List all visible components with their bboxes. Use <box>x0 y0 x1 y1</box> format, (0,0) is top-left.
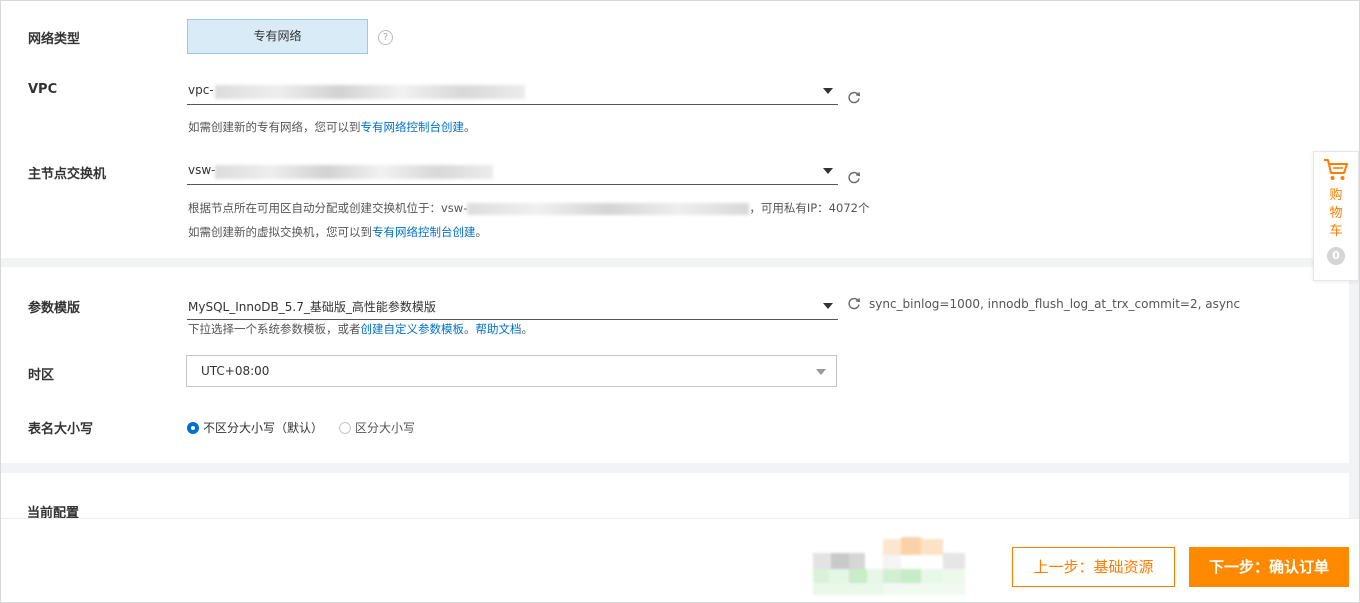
shopping-cart[interactable]: 购物车 0 <box>1313 151 1359 281</box>
next-step-button[interactable]: 下一步：确认订单 <box>1189 547 1349 587</box>
param-template-label: 参数模版 <box>28 301 81 316</box>
vswitch-console-link[interactable]: 专有网络控制台创建 <box>372 225 476 239</box>
chevron-down-icon <box>823 168 833 174</box>
timezone-label: 时区 <box>28 368 55 383</box>
help-icon[interactable]: ? <box>378 30 393 45</box>
vswitch-info: 根据节点所在可用区自动分配或创建交换机位于：vsw- ，可用私有IP：4072个 <box>188 200 869 216</box>
vswitch-info-text: 根据节点所在可用区自动分配或创建交换机位于：vsw- <box>188 201 468 215</box>
param-hint-sep: 。 <box>464 322 476 336</box>
vpc-console-link[interactable]: 专有网络控制台创建 <box>361 120 465 134</box>
param-hint-end: 。 <box>521 322 534 336</box>
chevron-down-icon <box>816 369 826 375</box>
cart-icon <box>1314 158 1358 185</box>
param-template-hint: 下拉选择一个系统参数模板，或者创建自定义参数模板。帮助文档。 <box>188 321 533 337</box>
param-template-value: MySQL_InnoDB_5.7_基础版_高性能参数模版 <box>188 300 436 314</box>
refresh-icon[interactable] <box>847 297 861 311</box>
radio-unchecked-icon <box>339 421 351 434</box>
vswitch-hint-end: 。 <box>475 225 488 239</box>
vpc-select-value: vpc- <box>188 83 214 97</box>
vpc-label: VPC <box>28 82 58 97</box>
network-section: 网络类型 专有网络 ? VPC vpc- 如需创建新的专有网络，您可以到专有网络… <box>1 0 1359 258</box>
vswitch-hint: 如需创建新的虚拟交换机，您可以到专有网络控制台创建。 <box>188 224 487 240</box>
chevron-down-icon <box>823 88 833 94</box>
case-sensitive-radio[interactable]: 区分大小写 <box>339 419 415 436</box>
redacted-vswitch-info <box>467 202 750 215</box>
vswitch-hint-text: 如需创建新的虚拟交换机，您可以到 <box>188 225 372 239</box>
param-hint-text: 下拉选择一个系统参数模板，或者 <box>188 322 361 336</box>
vpc-hint-text: 如需创建新的专有网络，您可以到 <box>188 120 361 134</box>
radio-checked-icon <box>187 421 199 434</box>
cart-count-badge: 0 <box>1327 247 1345 265</box>
network-type-vpc-button[interactable]: 专有网络 <box>187 19 368 54</box>
timezone-value: UTC+08:00 <box>201 364 270 378</box>
create-template-link[interactable]: 创建自定义参数模板 <box>361 322 465 336</box>
vpc-hint-end: 。 <box>464 120 476 134</box>
vswitch-label: 主节点交换机 <box>28 167 107 182</box>
previous-step-button[interactable]: 上一步：基础资源 <box>1012 547 1175 587</box>
table-case-label: 表名大小写 <box>28 422 94 437</box>
refresh-icon[interactable] <box>847 91 861 105</box>
redacted-price <box>813 537 965 595</box>
vswitch-info-tail: ，可用私有IP：4072个 <box>749 201 870 215</box>
network-type-label: 网络类型 <box>28 32 81 47</box>
refresh-icon[interactable] <box>847 171 861 185</box>
case-insensitive-radio[interactable]: 不区分大小写（默认） <box>187 419 323 436</box>
vswitch-select-value: vsw- <box>188 163 216 177</box>
chevron-down-icon <box>823 303 833 309</box>
vpc-hint: 如需创建新的专有网络，您可以到专有网络控制台创建。 <box>188 119 476 135</box>
vswitch-select[interactable]: vsw- <box>187 160 838 185</box>
case-insensitive-label: 不区分大小写（默认） <box>203 421 324 435</box>
case-sensitive-label: 区分大小写 <box>355 421 416 435</box>
vpc-select[interactable]: vpc- <box>187 80 838 105</box>
redacted-vswitch-id <box>215 165 493 179</box>
cart-label: 购物车 <box>1329 188 1343 239</box>
param-template-description: sync_binlog=1000, innodb_flush_log_at_tr… <box>869 297 1241 311</box>
timezone-select[interactable]: UTC+08:00 <box>186 355 837 387</box>
help-doc-link[interactable]: 帮助文档 <box>476 322 522 336</box>
param-template-select[interactable]: MySQL_InnoDB_5.7_基础版_高性能参数模版 <box>187 295 838 320</box>
redacted-vpc-id <box>215 85 525 99</box>
